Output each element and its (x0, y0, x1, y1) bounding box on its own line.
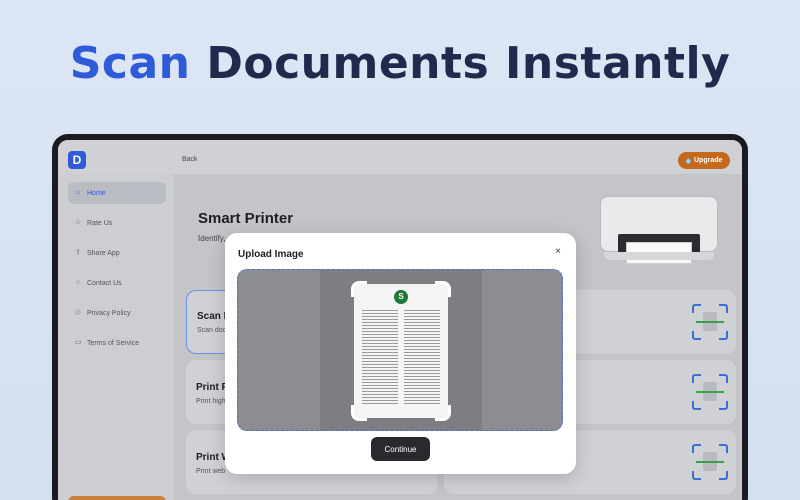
diamond-icon: ◆ (685, 157, 691, 165)
headline-accent: Scan (69, 38, 191, 89)
document-text-column (362, 310, 398, 406)
top-bar: D Back ◆ Upgrade (58, 140, 742, 174)
scanned-document-preview: S (351, 281, 451, 421)
shield-icon: ◇ (75, 309, 81, 316)
sidebar-item-share-app[interactable]: ⇪ Share App (68, 242, 166, 264)
star-icon: ☆ (74, 219, 82, 226)
sidebar-item-terms-of-service[interactable]: ▭ Terms of Service (68, 332, 166, 354)
document-icon: ▭ (74, 339, 82, 346)
sidebar: ⌂ Home ☆ Rate Us ⇪ Share App ○ Contact U… (58, 174, 174, 500)
sidebar-item-label: Terms of Service (87, 339, 140, 347)
crop-handle-top-right[interactable] (435, 281, 451, 297)
card-subtitle: Print web (196, 468, 226, 475)
sidebar-item-label: Home (87, 189, 106, 197)
chat-icon: ○ (75, 279, 81, 286)
sidebar-item-privacy-policy[interactable]: ◇ Privacy Policy (68, 302, 166, 324)
back-button[interactable]: Back (182, 156, 198, 163)
printer-illustration (600, 186, 718, 270)
crop-handle-bottom-left[interactable] (351, 405, 367, 421)
app-logo: D (68, 151, 86, 169)
upgrade-button[interactable]: ◆ Upgrade (678, 152, 730, 169)
share-icon: ⇪ (75, 249, 81, 256)
headline-rest: Documents Instantly (206, 38, 731, 89)
crop-handle-bottom-right[interactable] (435, 405, 451, 421)
sidebar-item-label: Share App (87, 249, 120, 257)
sidebar-item-contact-us[interactable]: ○ Contact Us (68, 272, 166, 294)
scan-document-icon (692, 374, 728, 410)
card-subtitle: Print high (196, 398, 226, 405)
upload-image-modal: Upload Image × S Continue (225, 233, 576, 474)
image-dropzone[interactable]: S (237, 269, 563, 431)
modal-title: Upload Image (238, 249, 304, 260)
card-subtitle: Scan doc (197, 327, 227, 334)
crop-handle-top-left[interactable] (351, 281, 367, 297)
home-icon: ⌂ (75, 189, 81, 196)
scan-document-icon (692, 444, 728, 480)
sidebar-item-label: Rate Us (87, 219, 113, 227)
close-icon[interactable]: × (555, 246, 561, 257)
sidebar-item-label: Contact Us (87, 279, 122, 287)
sidebar-promo-button[interactable] (68, 496, 166, 500)
continue-button[interactable]: Continue (371, 437, 430, 461)
document-logo-badge: S (394, 290, 408, 304)
page-title: Smart Printer (198, 210, 294, 227)
sidebar-item-home[interactable]: ⌂ Home (68, 182, 166, 204)
upgrade-label: Upgrade (693, 157, 723, 164)
sidebar-item-rate-us[interactable]: ☆ Rate Us (68, 212, 166, 234)
document-text-column (404, 310, 440, 406)
sidebar-item-label: Privacy Policy (87, 309, 131, 317)
scan-document-icon (692, 304, 728, 340)
page-headline: Scan Documents Instantly (0, 38, 800, 89)
